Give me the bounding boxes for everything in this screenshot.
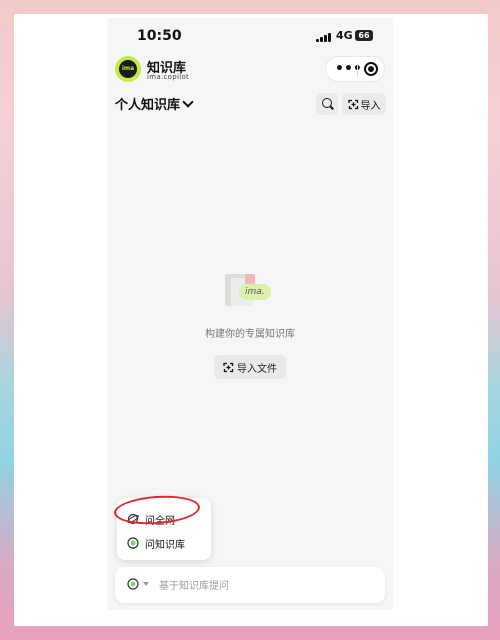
close-target-icon[interactable] bbox=[364, 62, 378, 76]
logo-text: ima bbox=[119, 60, 137, 78]
import-label: 导入 bbox=[360, 100, 381, 112]
ask-input[interactable] bbox=[157, 575, 371, 597]
phone-screen: 10:50 4G 66 ima 知识库 ima.copilot ••• 个人知识… bbox=[107, 18, 393, 610]
status-time: 10:50 bbox=[137, 28, 182, 44]
capsule-divider bbox=[357, 63, 358, 77]
miniprogram-capsule: ••• bbox=[325, 56, 385, 82]
more-icon[interactable]: ••• bbox=[335, 60, 362, 78]
caret-down-icon bbox=[143, 582, 149, 586]
signal-icon bbox=[316, 33, 332, 42]
mode-item-label: 问知识库 bbox=[145, 539, 185, 551]
illustration-text: ima. bbox=[245, 287, 265, 297]
search-icon-handle bbox=[330, 105, 334, 110]
knowledge-base-icon bbox=[127, 578, 139, 590]
import-icon bbox=[347, 99, 358, 109]
empty-state-illustration: ima. bbox=[223, 272, 277, 312]
mode-item-kb[interactable]: 问知识库 bbox=[127, 534, 185, 552]
app-header: ima 知识库 ima.copilot ••• bbox=[107, 54, 393, 98]
battery-icon: 66 bbox=[355, 30, 373, 41]
mode-switcher[interactable] bbox=[127, 578, 149, 590]
app-subtitle: ima.copilot bbox=[147, 73, 190, 81]
app-logo: ima bbox=[115, 56, 141, 82]
import-icon bbox=[223, 362, 234, 372]
chevron-down-icon bbox=[182, 95, 194, 108]
empty-state-message: 构建你的专属知识库 bbox=[205, 329, 295, 340]
ask-input-bar bbox=[115, 567, 385, 603]
status-bar: 10:50 4G 66 bbox=[107, 18, 393, 54]
knowledge-base-icon bbox=[127, 537, 139, 549]
network-type: 4G bbox=[336, 29, 353, 42]
import-file-label: 导入文件 bbox=[237, 363, 277, 375]
search-button[interactable] bbox=[316, 93, 338, 115]
import-button[interactable]: 导入 bbox=[342, 93, 386, 115]
kb-selector[interactable]: 个人知识库 bbox=[115, 94, 194, 113]
kb-title: 个人知识库 bbox=[115, 98, 181, 113]
import-file-button[interactable]: 导入文件 bbox=[214, 355, 286, 379]
